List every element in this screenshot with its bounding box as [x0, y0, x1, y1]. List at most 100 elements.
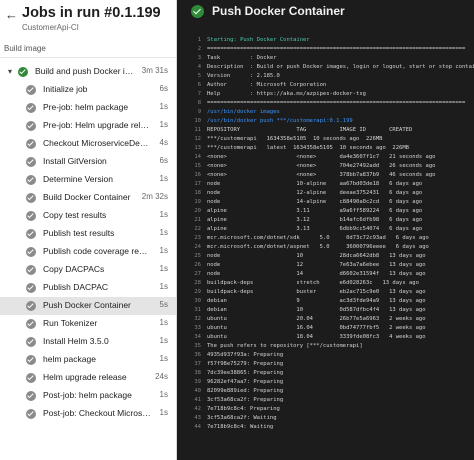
log-line: 23 mcr.microsoft.com/dotnet/sdk 5.0 0d73c…: [177, 234, 474, 243]
log-text: f57f98e75279: Preparing: [207, 361, 284, 367]
stage-title: Build image: [4, 44, 46, 53]
job-step-row[interactable]: Build Docker Container 2m 32s: [0, 189, 176, 207]
log-line: 4 Description : Build or push Docker imag…: [177, 63, 474, 72]
log-text: <none> <none> 378bb7a837b9 46 seconds ag…: [207, 172, 436, 178]
job-step-row[interactable]: helm package 1s: [0, 351, 176, 369]
job-step-row[interactable]: Post-job: helm package 1s: [0, 387, 176, 405]
job-duration: 6s: [159, 84, 168, 93]
arrow-left-icon[interactable]: ←: [5, 8, 18, 22]
job-label: Build and push Docker image: [35, 66, 140, 76]
line-number: 7: [197, 91, 201, 97]
log-text: debian 9 ac3d3fde94a9 13 days ago: [207, 298, 426, 304]
line-number: 34: [194, 334, 201, 340]
log-text: Task : Docker: [207, 55, 277, 61]
log-line: 31 debian 10 0d587dfbc4f4 13 days ago: [177, 306, 474, 315]
log-text: 4935d937f93a: Preparing: [207, 352, 284, 358]
job-step-row[interactable]: Install Helm 3.5.0 1s: [0, 333, 176, 351]
success-check-icon: [26, 265, 36, 275]
log-line: 22 alpine 3.13 6dbb9cc54074 6 days ago: [177, 225, 474, 234]
job-label: Run Tokenizer: [43, 318, 98, 328]
job-duration: 1s: [159, 210, 168, 219]
job-duration: 1s: [159, 120, 168, 129]
success-check-icon: [26, 193, 36, 203]
job-step-row[interactable]: Post-job: Checkout Microservice... 1s: [0, 405, 176, 423]
log-output[interactable]: 1 Starting: Push Docker Container 2 =======…: [177, 36, 474, 432]
log-text: node 12-alpine deeae3752431 6 days ago: [207, 190, 423, 196]
log-text: Description : Build or push Docker image…: [207, 64, 474, 70]
log-line: 28 buildpack-deps stretch e6d028263c 13 d…: [177, 279, 474, 288]
log-text: buildpack-deps stretch e6d028263c 13 day…: [207, 280, 419, 286]
log-line: 9/usr/bin/docker images: [177, 108, 474, 117]
job-label: helm package: [43, 354, 96, 364]
line-number: 22: [194, 226, 201, 232]
job-label: Install Helm 3.5.0: [43, 336, 109, 346]
log-line: 3 Task : Docker: [177, 54, 474, 63]
line-number: 44: [194, 424, 201, 430]
log-header: Push Docker Container: [177, 0, 474, 26]
success-check-icon: [26, 391, 36, 401]
job-step-row[interactable]: Publish DACPAC 1s: [0, 279, 176, 297]
job-step-row[interactable]: Pre-job: Helm upgrade release 1s: [0, 117, 176, 135]
line-number: 28: [194, 280, 201, 286]
job-label: Determine Version: [43, 174, 113, 184]
line-number: 38: [194, 370, 201, 376]
job-step-row[interactable]: Pre-job: helm package 1s: [0, 99, 176, 117]
job-duration: 5s: [159, 300, 168, 309]
chevron-down-icon[interactable]: ▾: [6, 67, 14, 77]
job-group-row[interactable]: ▾ Build and push Docker image 3m 31s: [0, 63, 176, 81]
line-number: 10: [194, 118, 201, 124]
log-text: ubuntu 20.04 26b77e5a6963 2 weeks ago: [207, 316, 426, 322]
job-duration: 1s: [159, 354, 168, 363]
job-step-row[interactable]: Helm upgrade release 24s: [0, 369, 176, 387]
log-line: 40 82099e889ied: Preparing: [177, 387, 474, 396]
success-check-icon: [26, 229, 36, 239]
success-check-icon: [26, 157, 36, 167]
job-label: Pre-job: Helm upgrade release: [43, 120, 151, 130]
job-label: Pre-job: helm package: [43, 102, 129, 112]
log-line: 35 The push refers to repository [***/cus…: [177, 342, 474, 351]
line-number: 27: [194, 271, 201, 277]
job-step-row[interactable]: Copy test results 1s: [0, 207, 176, 225]
line-number: 16: [194, 172, 201, 178]
log-text: The push refers to repository [***/custo…: [207, 343, 363, 349]
job-step-row[interactable]: Copy DACPACs 1s: [0, 261, 176, 279]
log-text: Author : Microsoft Corporation: [207, 82, 327, 88]
job-step-row[interactable]: Initialize job 6s: [0, 81, 176, 99]
log-text: /usr/bin/docker images: [207, 109, 280, 115]
job-label: Push Docker Container: [43, 300, 131, 310]
job-step-row[interactable]: Push Docker Container 5s: [0, 297, 176, 315]
success-check-icon: [18, 67, 28, 77]
log-text: node 12 7e63a7a6ebee 13 days ago: [207, 262, 426, 268]
log-text: Starting: Push Docker Container: [207, 37, 310, 43]
success-check-icon: [26, 103, 36, 113]
pipeline-name: CustomerApi-CI: [22, 23, 79, 32]
job-duration: 6s: [159, 156, 168, 165]
log-line: 14 <none> <none> da4e3607f1c7 21 seconds …: [177, 153, 474, 162]
job-step-row[interactable]: Run Tokenizer 1s: [0, 315, 176, 333]
line-number: 37: [194, 361, 201, 367]
log-line: 29 buildpack-deps buster eb2ac715c9e0 13 …: [177, 288, 474, 297]
line-number: 24: [194, 244, 201, 250]
line-number: 39: [194, 379, 201, 385]
jobs-header: ← Jobs in run #0.1.199 CustomerApi-CI: [0, 0, 176, 36]
job-step-row[interactable]: Install GitVersion 6s: [0, 153, 176, 171]
line-number: 40: [194, 388, 201, 394]
job-step-row[interactable]: Publish test results 1s: [0, 225, 176, 243]
log-line: 7 Help : https://aka.ms/azpipes-docker-ts…: [177, 90, 474, 99]
job-step-row[interactable]: Determine Version 1s: [0, 171, 176, 189]
job-duration: 2m 32s: [141, 192, 168, 201]
log-line: 13 ***/customerapi latest 1634358e5105 10…: [177, 144, 474, 153]
line-number: 25: [194, 253, 201, 259]
log-text: mcr.microsoft.com/dotnet/sdk 5.0 0d73c72…: [207, 235, 429, 241]
job-step-row[interactable]: Publish code coverage results 1s: [0, 243, 176, 261]
log-text: buildpack-deps buster eb2ac715c9e0 13 da…: [207, 289, 426, 295]
log-panel: Push Docker Container 1 Starting: Push Do…: [177, 0, 474, 460]
job-step-row[interactable]: Checkout MicroserviceDemo@ma... 4s: [0, 135, 176, 153]
divider: [0, 57, 176, 58]
log-line: 30 debian 9 ac3d3fde94a9 13 days ago: [177, 297, 474, 306]
success-check-icon: [26, 319, 36, 329]
log-line: 11 REPOSITORY TAG IMAGE ID CREATED: [177, 126, 474, 135]
success-check-icon: [26, 175, 36, 185]
line-number: 9: [197, 109, 201, 115]
job-label: Build Docker Container: [43, 192, 131, 202]
